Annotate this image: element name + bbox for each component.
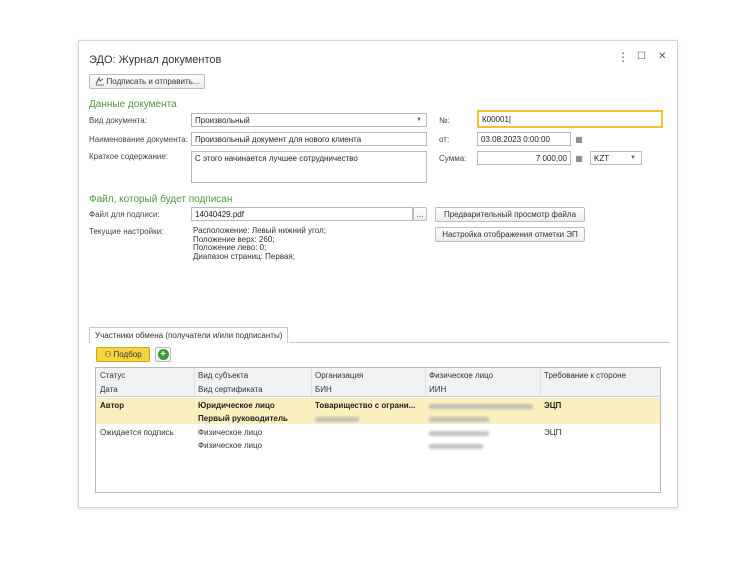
close-icon[interactable]: ✕ (658, 51, 666, 62)
redacted-individual (429, 404, 533, 409)
browse-button[interactable]: ... (413, 207, 427, 221)
plus-circle-icon: + (157, 349, 169, 360)
row-organization[interactable]: Товарищество с ограни... (315, 401, 423, 410)
column-header-iin[interactable]: ИИН (429, 385, 446, 394)
column-separator (425, 368, 426, 396)
chevron-down-icon[interactable]: ▼ (413, 114, 425, 126)
column-separator (311, 368, 312, 396)
date-value: 03.08.2023 0:00:00 (481, 135, 550, 144)
file-input[interactable]: 14040429.pdf (191, 207, 413, 221)
file-section-title: Файл, который будет подписан (89, 194, 233, 205)
document-journal-window: ЭДО: Журнал документов ⋮ ☐ ✕ Подписать и… (78, 40, 678, 508)
maximize-icon[interactable]: ☐ (637, 51, 646, 62)
row-status[interactable]: Ожидается подпись (100, 428, 174, 437)
calculator-icon[interactable]: ▦ (573, 152, 585, 164)
tab-divider (289, 342, 669, 343)
row-subject-type[interactable]: Физическое лицо (198, 428, 262, 437)
column-separator (540, 368, 541, 396)
preview-file-button[interactable]: Предварительный просмотр файла (435, 207, 585, 222)
column-header-subject-type[interactable]: Вид субъекта (198, 371, 248, 380)
signature-mark-settings-button[interactable]: Настройка отображения отметки ЭП (435, 227, 585, 242)
column-header-bin[interactable]: БИН (315, 385, 332, 394)
pick-label: Подбор (113, 350, 142, 359)
tab-participants[interactable]: Участники обмена (получатели и/или подпи… (89, 327, 289, 343)
currency-value: KZT (594, 154, 610, 163)
document-name-input[interactable]: Произвольный документ для нового клиента (191, 132, 427, 146)
file-value: 14040429.pdf (195, 210, 244, 219)
row-requirement[interactable]: ЭЦП (544, 428, 561, 437)
row-requirement[interactable]: ЭЦП (544, 401, 561, 410)
summary-label: Краткое содержание: (89, 152, 169, 161)
number-label: №: (439, 116, 450, 125)
window-title: ЭДО: Журнал документов (89, 54, 222, 66)
column-header-organization[interactable]: Организация (315, 371, 363, 380)
summary-value: С этого начинается лучшее сотрудничество (195, 154, 358, 163)
document-name-value: Произвольный документ для нового клиента (195, 135, 362, 144)
sum-value: 7 000,00 (535, 154, 567, 163)
document-type-value: Произвольный (195, 116, 250, 125)
file-label: Файл для подписи: (89, 210, 160, 219)
date-label: от: (439, 135, 450, 144)
column-separator (194, 368, 195, 396)
chevron-down-icon[interactable]: ▼ (627, 152, 639, 164)
row-subject-type[interactable]: Юридическое лицо (198, 401, 275, 410)
row-certificate-type[interactable]: Первый руководитель (198, 414, 288, 423)
sum-input[interactable]: 7 000,00 (477, 151, 571, 165)
column-header-status[interactable]: Статус (100, 371, 125, 380)
column-header-individual[interactable]: Физическое лицо (429, 371, 493, 380)
column-header-certificate-type[interactable]: Вид сертификата (198, 385, 263, 394)
row-certificate-type[interactable]: Физическое лицо (198, 441, 262, 450)
redacted-iin (429, 444, 483, 449)
sign-and-send-label: Подписать и отправить... (106, 77, 200, 86)
number-value: К00001 (482, 115, 509, 124)
document-type-select[interactable]: Произвольный (191, 113, 427, 127)
sum-label: Сумма: (439, 154, 467, 163)
sign-and-send-button[interactable]: Подписать и отправить... (89, 74, 205, 89)
calendar-icon[interactable]: ▦ (573, 133, 585, 145)
people-icon: ⚇ (104, 350, 112, 359)
number-input[interactable]: К00001| (477, 110, 663, 128)
pick-button[interactable]: ⚇ Подбор (96, 347, 150, 362)
column-header-date[interactable]: Дата (100, 385, 118, 394)
participants-table: Статус Вид субъекта Организация Физическ… (95, 367, 661, 493)
column-header-requirement[interactable]: Требование к стороне (544, 371, 626, 380)
settings-label: Текущие настройки: (89, 227, 164, 236)
sign-icon (95, 77, 104, 86)
redacted-bin (315, 417, 359, 422)
summary-textarea[interactable]: С этого начинается лучшее сотрудничество (191, 151, 427, 183)
add-participant-button[interactable]: + (155, 347, 171, 362)
date-input[interactable]: 03.08.2023 0:00:00 (477, 132, 571, 146)
more-icon[interactable]: ⋮ (617, 50, 629, 64)
row-status[interactable]: Автор (100, 401, 124, 410)
settings-lines: Расположение: Левый нижний угол; Положен… (193, 226, 326, 261)
document-data-section-title: Данные документа (89, 99, 177, 110)
document-type-label: Вид документа: (89, 116, 147, 125)
settings-line: Диапазон страниц: Первая; (193, 251, 295, 261)
document-name-label: Наименование документа: (89, 135, 188, 144)
redacted-individual (429, 431, 489, 436)
redacted-iin (429, 417, 489, 422)
